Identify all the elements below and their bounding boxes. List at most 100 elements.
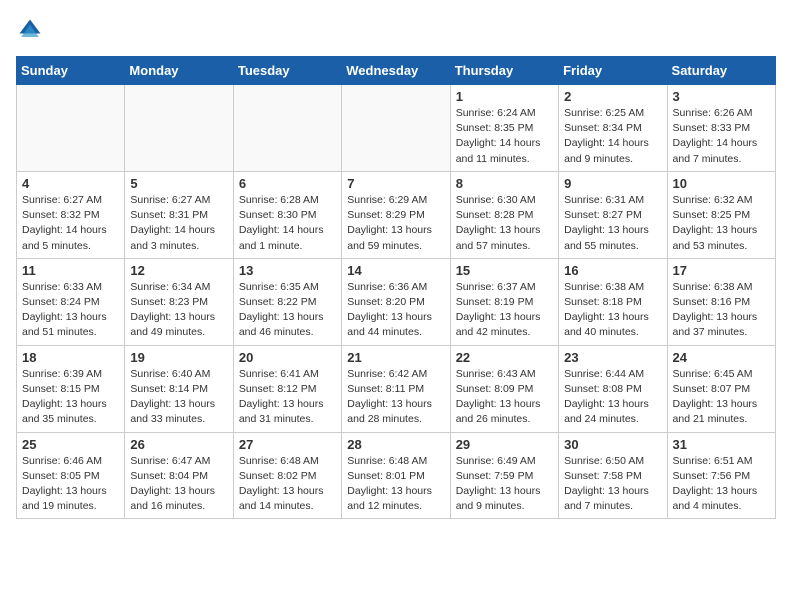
day-number: 21 xyxy=(347,350,444,365)
calendar-day-cell: 14 Sunrise: 6:36 AMSunset: 8:20 PMDayligh… xyxy=(342,258,450,345)
day-info: Sunrise: 6:33 AMSunset: 8:24 PMDaylight:… xyxy=(22,280,119,341)
calendar-day-cell: 15 Sunrise: 6:37 AMSunset: 8:19 PMDayligh… xyxy=(450,258,558,345)
day-info: Sunrise: 6:25 AMSunset: 8:34 PMDaylight:… xyxy=(564,106,661,167)
day-number: 13 xyxy=(239,263,336,278)
day-number: 24 xyxy=(673,350,770,365)
calendar-day-cell: 10Sunrise: 6:32 AMSunset: 8:25 PMDayligh… xyxy=(667,171,775,258)
calendar-week-row: 18Sunrise: 6:39 AMSunset: 8:15 PMDayligh… xyxy=(17,345,776,432)
weekday-header: Friday xyxy=(559,57,667,85)
day-number: 1 xyxy=(456,89,553,104)
day-info: Sunrise: 6:30 AMSunset: 8:28 PMDaylight:… xyxy=(456,193,553,254)
day-info: Sunrise: 6:26 AMSunset: 8:33 PMDaylight:… xyxy=(673,106,770,167)
calendar-week-row: 25 Sunrise: 6:46 AMSunset: 8:05 PMDayligh… xyxy=(17,432,776,519)
day-info: Sunrise: 6:37 AMSunset: 8:19 PMDaylight:… xyxy=(456,280,553,341)
day-info: Sunrise: 6:46 AMSunset: 8:05 PMDaylight:… xyxy=(22,454,119,515)
day-info: Sunrise: 6:43 AMSunset: 8:09 PMDaylight:… xyxy=(456,367,553,428)
weekday-header: Wednesday xyxy=(342,57,450,85)
weekday-header: Thursday xyxy=(450,57,558,85)
weekday-header: Tuesday xyxy=(233,57,341,85)
day-info: Sunrise: 6:39 AMSunset: 8:15 PMDaylight:… xyxy=(22,367,119,428)
day-info: Sunrise: 6:41 AMSunset: 8:12 PMDaylight:… xyxy=(239,367,336,428)
day-info: Sunrise: 6:38 AMSunset: 8:18 PMDaylight:… xyxy=(564,280,661,341)
day-info: Sunrise: 6:51 AMSunset: 7:56 PMDaylight:… xyxy=(673,454,770,515)
calendar-day-cell: 13 Sunrise: 6:35 AMSunset: 8:22 PMDayligh… xyxy=(233,258,341,345)
calendar-day-cell: 21 Sunrise: 6:42 AMSunset: 8:11 PMDayligh… xyxy=(342,345,450,432)
day-info: Sunrise: 6:44 AMSunset: 8:08 PMDaylight:… xyxy=(564,367,661,428)
day-number: 22 xyxy=(456,350,553,365)
day-info: Sunrise: 6:47 AMSunset: 8:04 PMDaylight:… xyxy=(130,454,227,515)
day-number: 14 xyxy=(347,263,444,278)
day-number: 17 xyxy=(673,263,770,278)
day-info: Sunrise: 6:48 AMSunset: 8:02 PMDaylight:… xyxy=(239,454,336,515)
day-number: 23 xyxy=(564,350,661,365)
day-info: Sunrise: 6:50 AMSunset: 7:58 PMDaylight:… xyxy=(564,454,661,515)
calendar-day-cell: 7 Sunrise: 6:29 AMSunset: 8:29 PMDaylight… xyxy=(342,171,450,258)
day-number: 3 xyxy=(673,89,770,104)
calendar-day-cell: 20 Sunrise: 6:41 AMSunset: 8:12 PMDayligh… xyxy=(233,345,341,432)
weekday-header: Saturday xyxy=(667,57,775,85)
calendar-day-cell: 29 Sunrise: 6:49 AMSunset: 7:59 PMDayligh… xyxy=(450,432,558,519)
day-info: Sunrise: 6:27 AMSunset: 8:32 PMDaylight:… xyxy=(22,193,119,254)
day-info: Sunrise: 6:42 AMSunset: 8:11 PMDaylight:… xyxy=(347,367,444,428)
weekday-header: Sunday xyxy=(17,57,125,85)
calendar-day-cell xyxy=(342,85,450,172)
calendar-day-cell: 12Sunrise: 6:34 AMSunset: 8:23 PMDayligh… xyxy=(125,258,233,345)
day-number: 16 xyxy=(564,263,661,278)
calendar-week-row: 11Sunrise: 6:33 AMSunset: 8:24 PMDayligh… xyxy=(17,258,776,345)
day-info: Sunrise: 6:45 AMSunset: 8:07 PMDaylight:… xyxy=(673,367,770,428)
calendar-day-cell: 28Sunrise: 6:48 AMSunset: 8:01 PMDayligh… xyxy=(342,432,450,519)
calendar-day-cell: 23 Sunrise: 6:44 AMSunset: 8:08 PMDayligh… xyxy=(559,345,667,432)
day-info: Sunrise: 6:40 AMSunset: 8:14 PMDaylight:… xyxy=(130,367,227,428)
calendar-day-cell xyxy=(125,85,233,172)
day-number: 5 xyxy=(130,176,227,191)
calendar-day-cell: 5 Sunrise: 6:27 AMSunset: 8:31 PMDaylight… xyxy=(125,171,233,258)
calendar-day-cell xyxy=(17,85,125,172)
calendar-day-cell xyxy=(233,85,341,172)
day-info: Sunrise: 6:35 AMSunset: 8:22 PMDaylight:… xyxy=(239,280,336,341)
day-info: Sunrise: 6:34 AMSunset: 8:23 PMDaylight:… xyxy=(130,280,227,341)
day-number: 30 xyxy=(564,437,661,452)
calendar-week-row: 1 Sunrise: 6:24 AMSunset: 8:35 PMDaylight… xyxy=(17,85,776,172)
day-info: Sunrise: 6:28 AMSunset: 8:30 PMDaylight:… xyxy=(239,193,336,254)
weekday-header: Monday xyxy=(125,57,233,85)
day-info: Sunrise: 6:24 AMSunset: 8:35 PMDaylight:… xyxy=(456,106,553,167)
day-info: Sunrise: 6:32 AMSunset: 8:25 PMDaylight:… xyxy=(673,193,770,254)
calendar-day-cell: 6 Sunrise: 6:28 AMSunset: 8:30 PMDaylight… xyxy=(233,171,341,258)
day-info: Sunrise: 6:27 AMSunset: 8:31 PMDaylight:… xyxy=(130,193,227,254)
day-number: 9 xyxy=(564,176,661,191)
day-info: Sunrise: 6:31 AMSunset: 8:27 PMDaylight:… xyxy=(564,193,661,254)
day-number: 20 xyxy=(239,350,336,365)
calendar-day-cell: 26Sunrise: 6:47 AMSunset: 8:04 PMDayligh… xyxy=(125,432,233,519)
day-number: 4 xyxy=(22,176,119,191)
day-number: 29 xyxy=(456,437,553,452)
calendar-day-cell: 22 Sunrise: 6:43 AMSunset: 8:09 PMDayligh… xyxy=(450,345,558,432)
calendar-day-cell: 30 Sunrise: 6:50 AMSunset: 7:58 PMDayligh… xyxy=(559,432,667,519)
calendar-day-cell: 3 Sunrise: 6:26 AMSunset: 8:33 PMDaylight… xyxy=(667,85,775,172)
day-number: 19 xyxy=(130,350,227,365)
day-info: Sunrise: 6:29 AMSunset: 8:29 PMDaylight:… xyxy=(347,193,444,254)
calendar-day-cell: 11Sunrise: 6:33 AMSunset: 8:24 PMDayligh… xyxy=(17,258,125,345)
day-number: 6 xyxy=(239,176,336,191)
day-info: Sunrise: 6:48 AMSunset: 8:01 PMDaylight:… xyxy=(347,454,444,515)
day-number: 2 xyxy=(564,89,661,104)
day-info: Sunrise: 6:49 AMSunset: 7:59 PMDaylight:… xyxy=(456,454,553,515)
day-number: 15 xyxy=(456,263,553,278)
calendar-day-cell: 8Sunrise: 6:30 AMSunset: 8:28 PMDaylight… xyxy=(450,171,558,258)
calendar-day-cell: 27 Sunrise: 6:48 AMSunset: 8:02 PMDayligh… xyxy=(233,432,341,519)
calendar-day-cell: 4 Sunrise: 6:27 AMSunset: 8:32 PMDaylight… xyxy=(17,171,125,258)
calendar-day-cell: 24 Sunrise: 6:45 AMSunset: 8:07 PMDayligh… xyxy=(667,345,775,432)
calendar-day-cell: 17 Sunrise: 6:38 AMSunset: 8:16 PMDayligh… xyxy=(667,258,775,345)
day-info: Sunrise: 6:36 AMSunset: 8:20 PMDaylight:… xyxy=(347,280,444,341)
day-number: 25 xyxy=(22,437,119,452)
day-number: 7 xyxy=(347,176,444,191)
logo xyxy=(16,16,48,44)
calendar-header-row: SundayMondayTuesdayWednesdayThursdayFrid… xyxy=(17,57,776,85)
day-number: 27 xyxy=(239,437,336,452)
calendar-day-cell: 19 Sunrise: 6:40 AMSunset: 8:14 PMDayligh… xyxy=(125,345,233,432)
day-info: Sunrise: 6:38 AMSunset: 8:16 PMDaylight:… xyxy=(673,280,770,341)
page-header xyxy=(16,16,776,44)
calendar-day-cell: 16 Sunrise: 6:38 AMSunset: 8:18 PMDayligh… xyxy=(559,258,667,345)
calendar-day-cell: 2 Sunrise: 6:25 AMSunset: 8:34 PMDaylight… xyxy=(559,85,667,172)
calendar-day-cell: 1 Sunrise: 6:24 AMSunset: 8:35 PMDaylight… xyxy=(450,85,558,172)
calendar-day-cell: 25 Sunrise: 6:46 AMSunset: 8:05 PMDayligh… xyxy=(17,432,125,519)
